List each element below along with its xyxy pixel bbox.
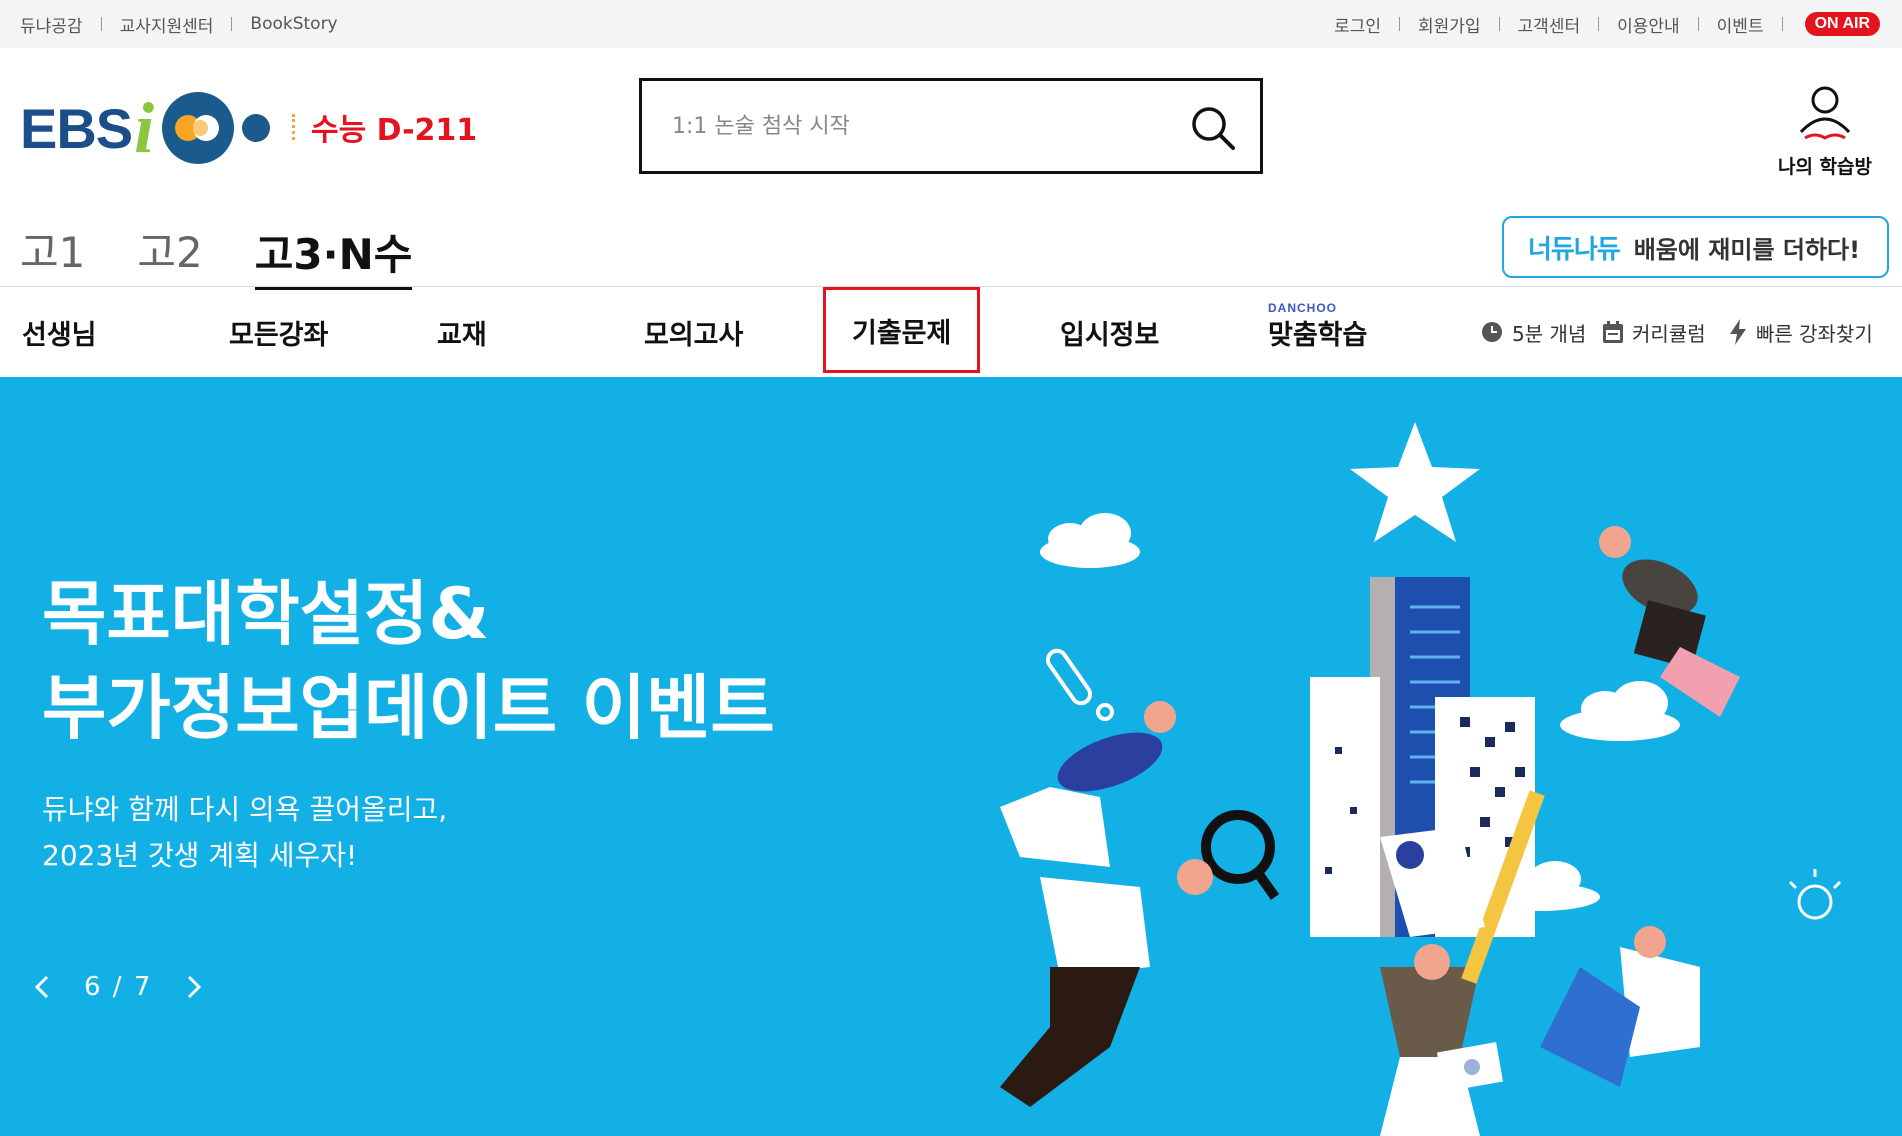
promo-text: 배움에 재미를 더하다! (1633, 235, 1861, 264)
my-study-room-button[interactable]: 나의 학습방 (1770, 82, 1880, 179)
util-link-event[interactable]: 이벤트 (1717, 12, 1764, 37)
logo-i-text: i (134, 88, 155, 168)
quick-course-finder[interactable]: 빠른 강좌찾기 (1728, 287, 1873, 377)
search-box (639, 78, 1263, 174)
util-link-signup[interactable]: 회원가입 (1418, 12, 1481, 37)
nav-textbooks[interactable]: 교재 (437, 287, 487, 377)
user-book-icon (1799, 86, 1851, 140)
nav-mock-exams[interactable]: 모의고사 (644, 287, 743, 377)
danchoo-label: DANCHOO (1268, 301, 1337, 315)
nav-teachers[interactable]: 선생님 (22, 287, 97, 377)
util-link-customer-center[interactable]: 고객센터 (1518, 12, 1581, 37)
quick-curriculum-label: 커리큘럼 (1632, 321, 1706, 346)
person-shape (1000, 701, 1176, 867)
nav-custom-learning-label: 맞춤학습 (1268, 319, 1368, 351)
suneung-dday: 수능 D-211 (292, 105, 477, 149)
utility-right-links: 로그인 회원가입 고객센터 이용안내 이벤트 ON AIR (1334, 0, 1880, 48)
util-divider (1697, 17, 1699, 31)
nav-custom-learning[interactable]: DANCHOO 맞춤학습 (1268, 287, 1367, 377)
exclamation-shape (1045, 648, 1114, 721)
nav-admissions[interactable]: 입시정보 (1060, 287, 1159, 377)
util-divider (100, 17, 102, 31)
lightbulb-shape (1788, 869, 1842, 920)
logo-ebs-text: EBS (20, 96, 133, 160)
chevron-left-icon (34, 975, 49, 999)
tab-grade-3[interactable]: 고3·N수 (254, 221, 413, 290)
util-link-bookstory[interactable]: BookStory (250, 14, 337, 34)
nav-past-exams[interactable]: 기출문제 (823, 287, 981, 373)
util-divider (1498, 17, 1500, 31)
grade-tabs: 고1 고2 고3·N수 (20, 218, 464, 290)
banner-title-line2: 부가정보업데이트 이벤트 (42, 667, 775, 749)
main-navigation: 선생님 모든강좌 교재 모의고사 기출문제 입시정보 DANCHOO 맞춤학습 … (0, 287, 1902, 377)
promo-banner-button[interactable]: 너듀나듀 배움에 재미를 더하다! (1502, 216, 1889, 278)
quick-curriculum[interactable]: 커리큘럼 (1602, 287, 1706, 377)
util-divider (1781, 17, 1783, 31)
calendar-icon (1603, 321, 1623, 343)
util-link-login[interactable]: 로그인 (1334, 12, 1381, 37)
banner-next-button[interactable] (182, 971, 206, 1003)
tab-grade-2[interactable]: 고2 (137, 219, 202, 288)
banner-illustration (1000, 422, 1842, 1136)
banner-sub-line1: 듀냐와 함께 다시 의욕 끌어올리고, (42, 793, 448, 826)
dday-text: 수능 D-211 (311, 113, 478, 148)
promo-brand: 너듀나듀 (1528, 233, 1621, 264)
logo-circles-icon (162, 92, 271, 164)
banner-sub-line2: 2023년 갓생 계획 세우자! (42, 839, 358, 872)
util-divider (1398, 17, 1400, 31)
dday-divider (292, 114, 295, 140)
util-link-teacher-center[interactable]: 교사지원센터 (120, 12, 214, 37)
util-divider (231, 17, 233, 31)
person-shape (1000, 859, 1213, 1107)
util-divider (1598, 17, 1600, 31)
nav-all-courses[interactable]: 모든강좌 (229, 287, 328, 377)
ebsi-logo[interactable]: EBS i (20, 88, 272, 168)
banner-title: 목표대학설정& 부가정보업데이트 이벤트 (42, 567, 775, 755)
chevron-right-icon (188, 975, 202, 999)
on-air-button[interactable]: ON AIR (1804, 12, 1880, 36)
search-input[interactable] (672, 105, 1172, 147)
clock-icon (1482, 322, 1502, 342)
magnifier-shape (1201, 810, 1280, 900)
banner-pager: 6 / 7 (30, 967, 206, 1007)
quick-5min-concept[interactable]: 5분 개념 (1480, 287, 1586, 377)
utility-left-links: 듀냐공감 교사지원센터 BookStory (20, 0, 338, 48)
search-icon[interactable] (1190, 105, 1236, 151)
my-study-room-label: 나의 학습방 (1777, 156, 1872, 178)
banner-prev-button[interactable] (30, 971, 54, 1003)
lightning-icon (1730, 319, 1746, 345)
quick-course-finder-label: 빠른 강좌찾기 (1756, 321, 1873, 346)
banner-title-line1: 목표대학설정& (42, 573, 490, 655)
quick-5min-label: 5분 개념 (1512, 321, 1587, 346)
banner-page-count: 6 / 7 (84, 972, 153, 1002)
utility-bar: 듀냐공감 교사지원센터 BookStory 로그인 회원가입 고객센터 이용안내… (0, 0, 1902, 48)
util-link-guide[interactable]: 이용안내 (1617, 12, 1680, 37)
star-shape (1350, 422, 1480, 542)
tab-grade-1[interactable]: 고1 (20, 219, 85, 288)
main-banner[interactable]: 목표대학설정& 부가정보업데이트 이벤트 듀냐와 함께 다시 의욕 끌어올리고,… (0, 377, 1902, 1136)
banner-subtitle: 듀냐와 함께 다시 의욕 끌어올리고, 2023년 갓생 계획 세우자! (42, 787, 447, 879)
util-link-dunya[interactable]: 듀냐공감 (20, 12, 83, 37)
